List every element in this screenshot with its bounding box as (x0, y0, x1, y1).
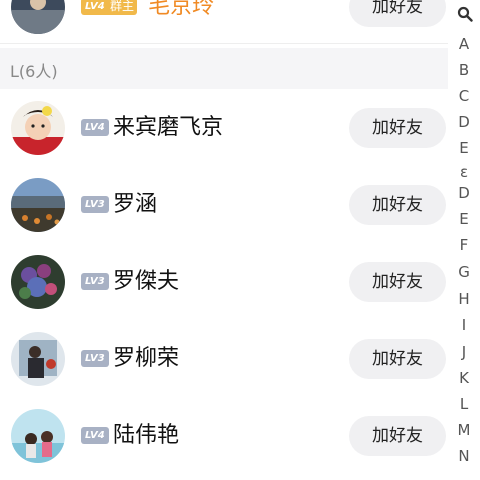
index-letter[interactable]: H (448, 290, 480, 308)
index-letter[interactable]: A (448, 35, 480, 53)
member-row[interactable]: LV3 罗柳荣 加好友 (0, 320, 448, 397)
index-letter[interactable]: D (448, 184, 480, 202)
member-name: 来宾磨飞京 (113, 114, 224, 140)
member-row[interactable]: LV3 罗涵 加好友 (0, 166, 448, 243)
index-letter[interactable]: J (448, 343, 480, 361)
member-name: 罗柳荣 (113, 345, 180, 371)
index-letter[interactable]: K (448, 369, 480, 387)
member-row[interactable]: LV3 罗傑夫 加好友 (0, 243, 448, 320)
index-letter[interactable]: G (448, 263, 480, 281)
avatar[interactable] (11, 408, 65, 463)
index-letter[interactable]: F (448, 236, 480, 254)
member-name: 陆伟艳 (113, 422, 180, 448)
member-name: 毛京玲 (148, 0, 215, 19)
index-letter[interactable]: E (448, 210, 480, 228)
level-badge: LV3 (81, 195, 109, 213)
member-row[interactable]: LV4 陆伟艳 加好友 (0, 397, 448, 474)
avatar[interactable] (11, 177, 65, 232)
index-letter[interactable]: I (448, 316, 480, 334)
index-letter[interactable]: D (448, 113, 480, 131)
index-letter[interactable]: N (448, 447, 480, 465)
index-letter[interactable]: M (448, 421, 480, 439)
member-name: 罗傑夫 (113, 268, 180, 294)
level-badge: LV3 (81, 272, 109, 290)
level-badge: LV4 (81, 426, 109, 444)
section-header: L(6人) (0, 48, 448, 89)
level-badge: LV4 (81, 0, 109, 15)
member-row[interactable]: LV4 来宾磨飞京 加好友 (0, 89, 448, 166)
add-friend-button[interactable]: 加好友 (349, 0, 446, 27)
avatar[interactable] (11, 331, 65, 386)
owner-badge: 群主 (107, 0, 138, 15)
add-friend-button[interactable]: 加好友 (349, 107, 446, 148)
index-letter[interactable]: L (448, 395, 480, 413)
search-icon[interactable] (457, 6, 473, 22)
avatar[interactable] (11, 254, 65, 309)
index-letter[interactable]: ε (448, 163, 480, 181)
divider (0, 43, 448, 44)
add-friend-button[interactable]: 加好友 (349, 415, 446, 456)
avatar[interactable] (11, 100, 65, 155)
level-badge: LV4 (81, 118, 109, 136)
avatar[interactable] (11, 0, 65, 34)
add-friend-button[interactable]: 加好友 (349, 338, 446, 379)
add-friend-button[interactable]: 加好友 (349, 184, 446, 225)
add-friend-button[interactable]: 加好友 (349, 261, 446, 302)
index-letter[interactable]: C (448, 87, 480, 105)
section-title: L(6人) (10, 62, 58, 81)
alphabet-index-bar[interactable]: A B C D E ε D E F G H I J K L M N (448, 0, 480, 480)
member-name: 罗涵 (113, 191, 158, 217)
level-badge: LV3 (81, 349, 109, 367)
member-row-owner[interactable]: LV4 群主 毛京玲 加好友 (0, 0, 448, 45)
index-letter[interactable]: B (448, 61, 480, 79)
index-letter[interactable]: E (448, 139, 480, 157)
